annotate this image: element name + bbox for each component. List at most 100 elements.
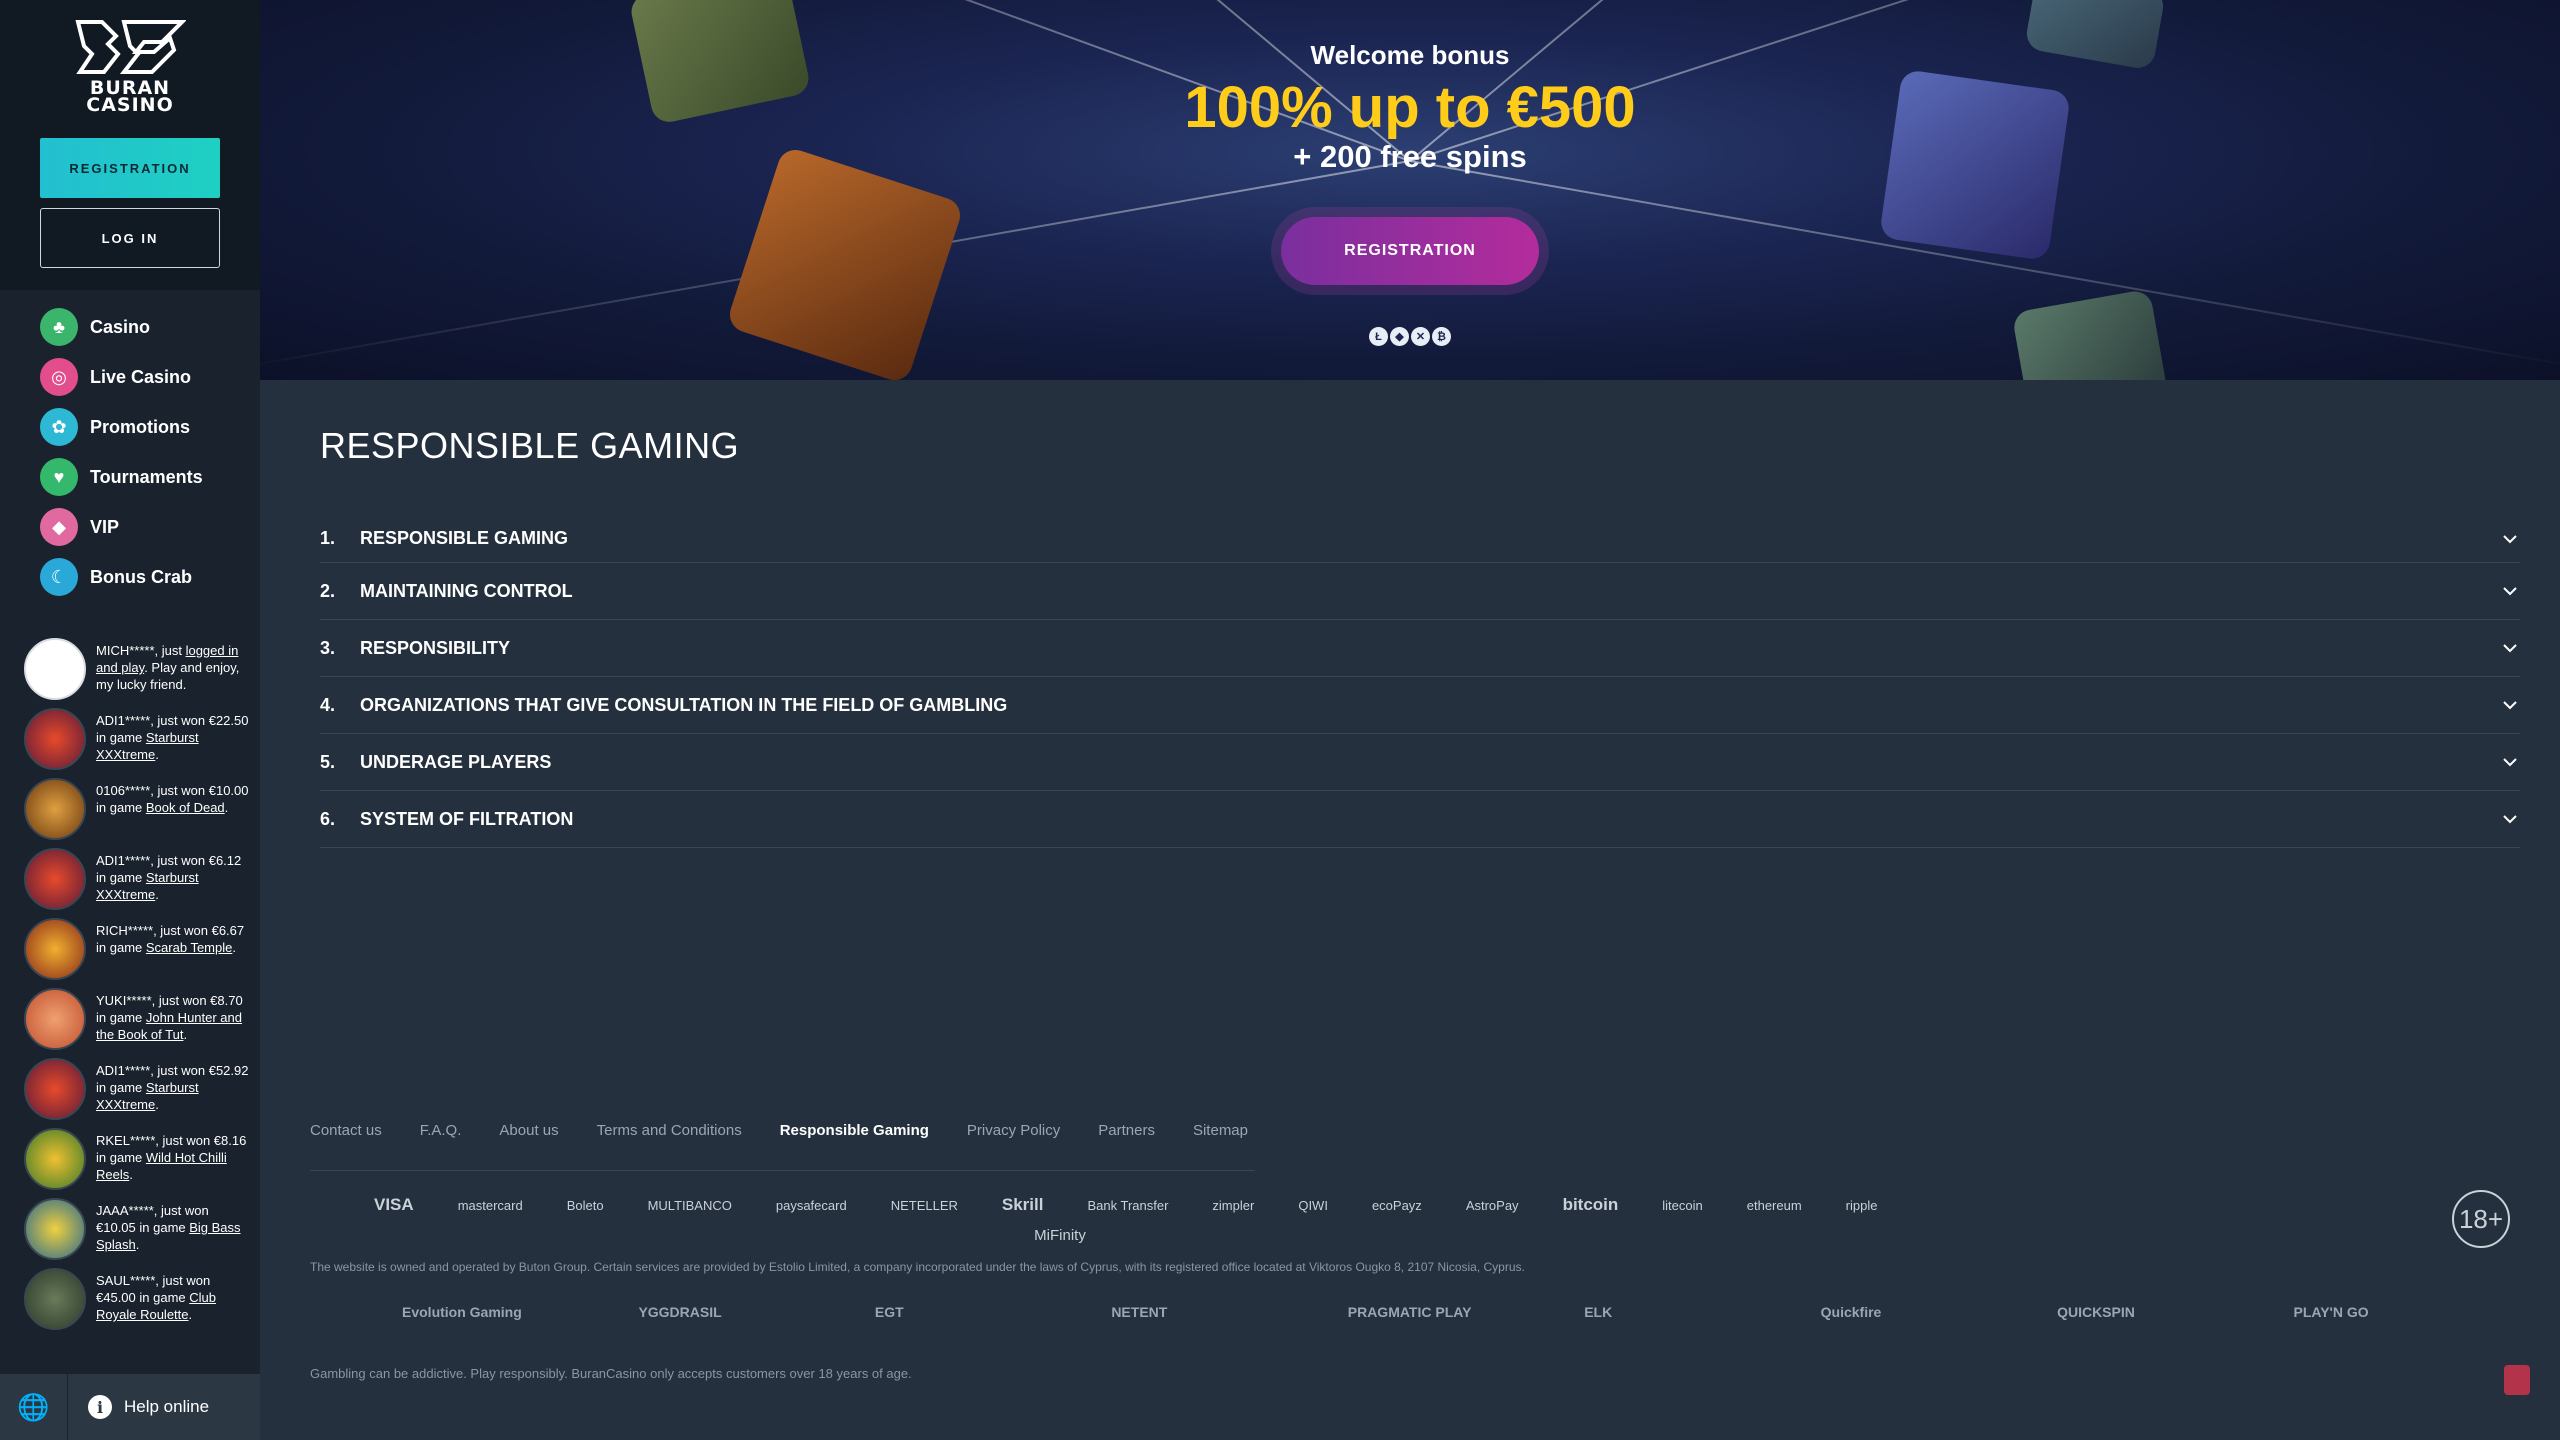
- footer-link-about[interactable]: About us: [499, 1122, 558, 1139]
- legal-text: The website is owned and operated by But…: [310, 1260, 1525, 1274]
- chevron-down-icon: [2503, 644, 2517, 653]
- nav-item-promotions[interactable]: ✿ Promotions: [0, 402, 260, 452]
- language-globe-icon[interactable]: 🌐: [0, 1374, 68, 1440]
- accordion-number: 1.: [320, 528, 336, 548]
- feed-item: ADI1*****, just won €52.92 in game Starb…: [24, 1058, 252, 1128]
- nav-item-tournaments[interactable]: ♥ Tournaments: [0, 452, 260, 502]
- game-thumbnail[interactable]: [24, 1128, 86, 1190]
- feed-text: ADI1*****, just won €22.50 in game Starb…: [96, 713, 249, 762]
- nav-item-live-casino[interactable]: ◎ Live Casino: [0, 352, 260, 402]
- trophy-icon: ♥: [40, 458, 78, 496]
- sidebar-login-button[interactable]: LOG IN: [40, 208, 220, 268]
- astropay-logo: AstroPay: [1465, 1197, 1519, 1213]
- game-providers: Evolution Gaming YGGDRASIL EGT NETENT PR…: [310, 1296, 2530, 1328]
- ethereum-icon: ◆: [1390, 327, 1409, 346]
- main-nav: ♣ Casino ◎ Live Casino ✿ Promotions ♥ To…: [0, 290, 260, 602]
- game-thumbnail[interactable]: [24, 918, 86, 980]
- zimpler-logo: zimpler: [1212, 1197, 1255, 1213]
- feed-item: JAAA*****, just won €10.05 in game Big B…: [24, 1198, 252, 1268]
- feed-text: RICH*****, just won €6.67 in game Scarab…: [96, 923, 245, 955]
- nav-label: Tournaments: [90, 466, 203, 487]
- accordion-item-4[interactable]: 4. ORGANIZATIONS THAT GIVE CONSULTATION …: [320, 677, 2520, 734]
- footer-link-contact[interactable]: Contact us: [310, 1122, 382, 1139]
- ecopayz-logo: ecoPayz: [1371, 1197, 1422, 1213]
- feed-item: YUKI*****, just won €8.70 in game John H…: [24, 988, 252, 1058]
- crypto-icons: Ł ◆ ✕ ₿: [260, 327, 2560, 346]
- game-thumbnail[interactable]: [24, 708, 86, 770]
- nav-label: Casino: [90, 316, 151, 337]
- game-thumbnail[interactable]: [24, 778, 86, 840]
- nav-label: Live Casino: [90, 366, 192, 387]
- logo-text: BURAN CASINO: [86, 79, 174, 116]
- accordion-label: SYSTEM OF FILTRATION: [360, 808, 574, 829]
- provider-quickfire: Quickfire: [1820, 1304, 1882, 1320]
- accordion-label: MAINTAINING CONTROL: [360, 580, 573, 601]
- feed-text: ADI1*****, just won €6.12 in game Starbu…: [96, 853, 242, 902]
- feed-text: ADI1*****, just won €52.92 in game Starb…: [96, 1063, 249, 1112]
- footer-link-sitemap[interactable]: Sitemap: [1193, 1122, 1248, 1139]
- banner-registration-button[interactable]: REGISTRATION: [1281, 217, 1539, 285]
- accordion-item-1[interactable]: 1. RESPONSIBLE GAMING: [320, 515, 2520, 563]
- accordion-number: 3.: [320, 637, 336, 658]
- paysafecard-logo: paysafecard: [775, 1197, 847, 1213]
- accordion-item-6[interactable]: 6. SYSTEM OF FILTRATION: [320, 791, 2520, 848]
- nav-item-casino[interactable]: ♣ Casino: [0, 302, 260, 352]
- game-thumbnail[interactable]: [24, 1058, 86, 1120]
- live-casino-icon: ◎: [40, 358, 78, 396]
- feed-text: JAAA*****, just won €10.05 in game Big B…: [96, 1203, 241, 1252]
- buran-casino-logo[interactable]: BURAN CASINO: [0, 18, 260, 116]
- game-thumbnail[interactable]: [24, 848, 86, 910]
- ripple-logo: ripple: [1845, 1197, 1878, 1213]
- provider-elk: ELK: [1584, 1304, 1613, 1320]
- provider-quickspin: QUICKSPIN: [2057, 1304, 2135, 1320]
- provider-evolution: Evolution Gaming: [402, 1304, 522, 1320]
- visa-logo: VISA: [374, 1195, 414, 1214]
- sidebar-registration-button[interactable]: REGISTRATION: [40, 138, 220, 198]
- skrill-logo: Skrill: [1001, 1195, 1044, 1214]
- nav-item-bonus-crab[interactable]: ☾ Bonus Crab: [0, 552, 260, 602]
- nav-label: Promotions: [90, 416, 191, 437]
- game-thumbnail[interactable]: [24, 1268, 86, 1330]
- feed-link[interactable]: Book of Dead: [146, 800, 225, 815]
- ethereum-logo: ethereum: [1746, 1197, 1802, 1213]
- accordion-item-3[interactable]: 3. RESPONSIBILITY: [320, 620, 2520, 677]
- license-badge-icon[interactable]: [2504, 1365, 2530, 1395]
- footer-divider: [310, 1170, 1255, 1171]
- sidebar-footer: 🌐 i Help online: [0, 1374, 260, 1440]
- game-thumbnail[interactable]: [24, 1198, 86, 1260]
- feed-item: ADI1*****, just won €6.12 in game Starbu…: [24, 848, 252, 918]
- age-restriction-badge: 18+: [2452, 1190, 2510, 1248]
- logo-line-2: CASINO: [86, 94, 174, 116]
- accordion-label: RESPONSIBLE GAMING: [360, 528, 569, 548]
- crab-icon: ☾: [40, 558, 78, 596]
- feed-item: MICH*****, just logged in and play. Play…: [24, 638, 252, 708]
- game-thumbnail[interactable]: [24, 988, 86, 1050]
- ripple-icon: ✕: [1411, 327, 1430, 346]
- feed-item: ADI1*****, just won €22.50 in game Starb…: [24, 708, 252, 778]
- nav-item-vip[interactable]: ◆ VIP: [0, 502, 260, 552]
- footer-link-terms[interactable]: Terms and Conditions: [597, 1122, 742, 1139]
- feed-text: SAUL*****, just won €45.00 in game Club …: [96, 1273, 216, 1322]
- chevron-down-icon: [2503, 534, 2517, 543]
- footer-link-faq[interactable]: F.A.Q.: [420, 1122, 462, 1139]
- footer-link-responsible-gaming[interactable]: Responsible Gaming: [780, 1122, 929, 1139]
- banner-free-spins: + 200 free spins: [1293, 139, 1527, 174]
- help-online-button[interactable]: i Help online: [68, 1395, 209, 1419]
- sidebar: BURAN CASINO REGISTRATION LOG IN ♣ Casin…: [0, 0, 260, 1440]
- feed-text: RKEL*****, just won €8.16 in game Wild H…: [96, 1133, 247, 1182]
- accordion-item-5[interactable]: 5. UNDERAGE PLAYERS: [320, 734, 2520, 791]
- provider-pragmatic: PRAGMATIC PLAY: [1347, 1304, 1472, 1320]
- winners-feed: MICH*****, just logged in and play. Play…: [0, 638, 260, 1338]
- chevron-down-icon: [2503, 587, 2517, 596]
- litecoin-logo: litecoin: [1662, 1197, 1703, 1213]
- footer-link-partners[interactable]: Partners: [1098, 1122, 1155, 1139]
- boleto-logo: Boleto: [566, 1197, 604, 1213]
- gift-icon: ✿: [40, 408, 78, 446]
- provider-yggdrasil: YGGDRASIL: [638, 1304, 722, 1320]
- feed-link[interactable]: Scarab Temple: [146, 940, 232, 955]
- footer-link-privacy[interactable]: Privacy Policy: [967, 1122, 1060, 1139]
- logo-mark-icon: [75, 20, 186, 74]
- multibanco-logo: MULTIBANCO: [647, 1197, 732, 1213]
- accordion-item-2[interactable]: 2. MAINTAINING CONTROL: [320, 563, 2520, 620]
- diamond-icon: ◆: [40, 508, 78, 546]
